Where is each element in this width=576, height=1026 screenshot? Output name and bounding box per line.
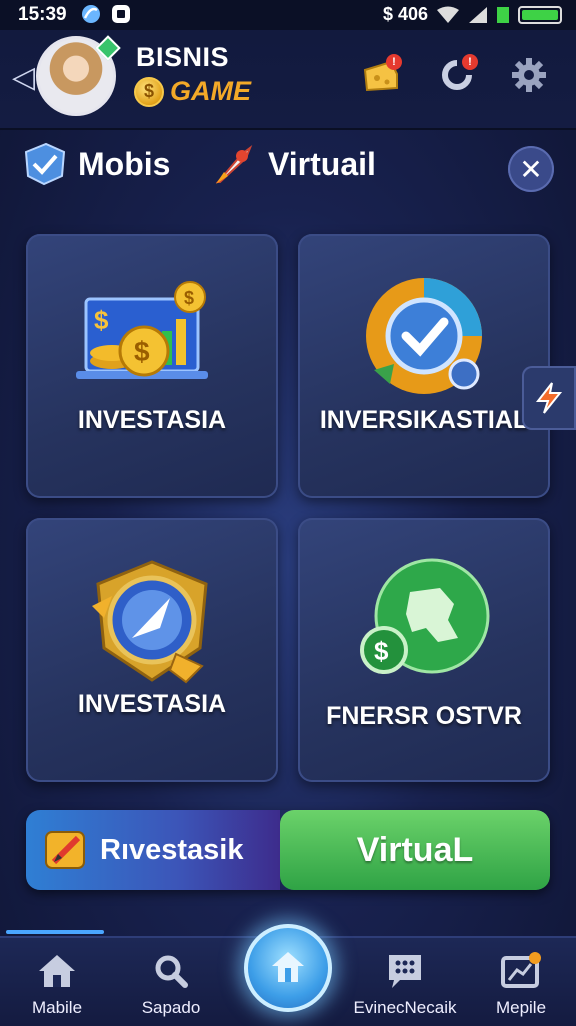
search-icon [155,955,188,988]
notification-badge: ! [462,54,478,70]
refresh-button[interactable]: ! [434,52,480,98]
box-shield-icon [24,142,66,186]
status-icons [80,3,132,25]
laptop-coins-icon: $ $ $ [26,274,278,404]
card-label: FNERSR OSTVR [326,702,522,730]
tab-virtuail[interactable]: Virtuail [212,142,376,186]
nav-label: Mepile [495,998,547,1017]
app-header: ◁ BISNIS $ GAME ! ! [0,30,576,130]
card-label: INVESTASIA [77,406,227,434]
card-investasia-2[interactable]: INVESTASIA [26,518,278,782]
home-icon [39,955,75,987]
home-center-button[interactable] [244,924,332,1012]
card-label: INVESTASIA [77,690,227,718]
wifi-icon [437,6,459,23]
chart-screen-icon [501,952,541,988]
card-investasia-1[interactable]: $ $ $ INVESTASIA [26,234,278,498]
notification-badge: ! [386,54,402,70]
button-label: VirtuaL [356,830,474,869]
brand-game-label: GAME [170,76,251,106]
brand-subtitle: $ GAME [134,76,251,107]
checkmark-badge-icon [298,274,550,404]
chat-grid-icon [389,955,421,988]
rocket-icon [215,145,253,184]
close-icon: ✕ [519,153,543,185]
back-arrow-icon[interactable]: ◁ [12,60,35,95]
home-icon [272,952,304,982]
svg-text:$: $ [374,636,389,666]
nav-item-evinecnecaik[interactable]: EvinecNecaik [350,938,460,1026]
lightning-icon [535,382,563,414]
svg-text:$: $ [94,305,109,335]
investasik-button[interactable]: Rıvestasik [26,810,280,890]
avatar[interactable] [36,35,121,116]
tab-label: Virtuail [268,145,376,182]
settings-button[interactable] [506,52,552,98]
close-button[interactable]: ✕ [508,146,554,192]
svg-text:$: $ [184,288,194,308]
nav-label: EvinecNecaik [353,998,457,1017]
network-speed: $ 406 [382,4,428,24]
green-map-coin-icon: $ [298,558,550,688]
tab-mobis[interactable]: Mobis [22,142,170,186]
coin-icon: $ [134,76,164,107]
tab-label: Mobis [78,145,171,182]
battery-icon [518,5,562,24]
app-square-icon [112,5,130,23]
card-fnersr-ostvr[interactable]: $ FNERSR OSTVR [298,518,550,782]
brand-title: BISNIS [136,42,230,72]
pencil-box-icon [45,831,85,869]
card-inversikastial[interactable]: INVERSIKASTIAL [298,234,550,498]
button-label: Rıvestasik [100,833,244,866]
card-label: INVERSIKASTIAL [319,406,529,434]
nav-label: Mabile [31,998,83,1017]
status-time: 15:39 [18,4,67,25]
sim-icon [497,6,509,23]
status-bar: 15:39 $ 406 [0,0,576,30]
nav-item-mabile[interactable]: Mabile [2,938,112,1026]
category-tabs: Mobis Virtuail ✕ [0,130,576,210]
app-leaf-icon [82,5,100,23]
mode-button-row: Rıvestasik VirtuaL [26,810,550,890]
rewards-button[interactable]: ! [358,52,404,98]
svg-text:$: $ [134,336,150,367]
verified-badge-icon [95,35,121,61]
nav-item-mepile[interactable]: Mepile [466,938,576,1026]
side-boost-button[interactable] [522,366,576,430]
virtual-button[interactable]: VirtuaL [280,810,550,890]
signal-icon [469,6,487,23]
gear-icon [512,58,546,92]
nav-label: Sapado [141,998,201,1017]
compass-emblem-icon [26,558,278,688]
active-indicator [6,930,104,934]
nav-item-sapado[interactable]: Sapado [116,938,226,1026]
